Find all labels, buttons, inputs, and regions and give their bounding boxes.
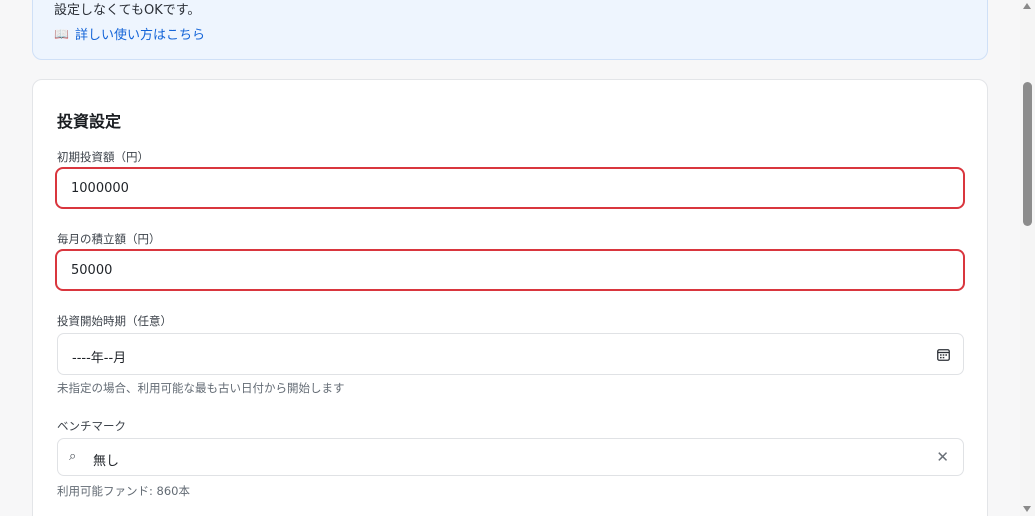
page-content: 設定しなくてもOKです。 📖 詳しい使い方はこちら 投資設定 初期投資額（円） … [0,0,1020,516]
info-box: 設定しなくてもOKです。 📖 詳しい使い方はこちら [32,0,988,60]
initial-investment-label: 初期投資額（円） [57,150,149,164]
benchmark-value: 無し [93,454,120,469]
benchmark-help: 利用可能ファンド: 860本 [57,484,190,498]
investment-settings-card: 投資設定 初期投資額（円） 毎月の積立額（円） 投資開始時期（任意） ----年… [32,79,988,516]
start-month-input[interactable]: ----年--月 [57,333,964,375]
start-date-label: 投資開始時期（任意） [57,314,172,328]
benchmark-label: ベンチマーク [57,419,126,433]
book-icon: 📖 [54,26,69,41]
start-month-value: ----年--月 [72,351,127,366]
info-text: 設定しなくてもOKです。 [54,3,201,18]
section-title: 投資設定 [57,112,122,131]
monthly-contribution-label: 毎月の積立額（円） [57,232,161,246]
search-icon: ⌕ [69,449,77,464]
vertical-scrollbar[interactable] [1020,0,1035,516]
calendar-icon[interactable] [937,348,950,361]
start-date-help: 未指定の場合、利用可能な最も古い日付から開始します [57,381,345,395]
usage-guide-link[interactable]: 📖 詳しい使い方はこちら [54,24,205,44]
initial-investment-input[interactable] [55,167,965,209]
scroll-down-arrow-icon[interactable] [1023,506,1031,512]
benchmark-search-input[interactable]: ⌕ 無し ✕ [57,438,964,476]
usage-guide-link-label: 詳しい使い方はこちら [74,28,205,43]
scroll-up-arrow-icon[interactable] [1023,3,1031,9]
monthly-contribution-input[interactable] [55,249,965,291]
clear-icon[interactable]: ✕ [936,448,949,466]
scroll-thumb[interactable] [1023,82,1032,226]
